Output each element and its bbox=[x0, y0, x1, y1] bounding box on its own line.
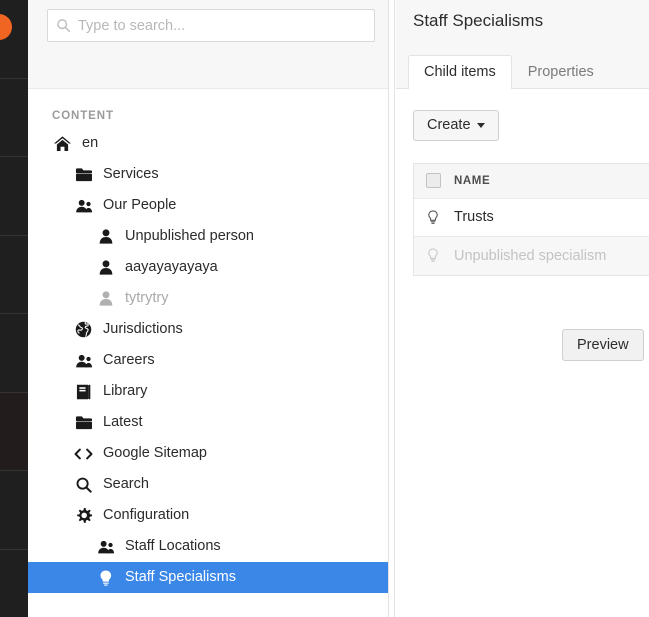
home-icon bbox=[52, 135, 73, 152]
person-icon bbox=[95, 229, 116, 244]
tree-item-google-sitemap[interactable]: Google Sitemap bbox=[28, 438, 388, 469]
tab-properties[interactable]: Properties bbox=[512, 55, 610, 90]
tree-item-label: Unpublished person bbox=[125, 228, 254, 245]
table-row[interactable]: Unpublished specialism bbox=[414, 236, 649, 275]
tree-item-latest[interactable]: Latest bbox=[28, 407, 388, 438]
tree-item-our-people[interactable]: Our People bbox=[28, 190, 388, 221]
panel-split-divider[interactable] bbox=[388, 0, 395, 617]
book-icon bbox=[73, 384, 94, 400]
tree-item-staff-specialisms[interactable]: Staff Specialisms bbox=[28, 562, 388, 593]
search-input[interactable] bbox=[78, 10, 374, 41]
select-all-checkbox[interactable] bbox=[425, 173, 441, 188]
tree-item-careers[interactable]: Careers bbox=[28, 345, 388, 376]
code-brackets-icon bbox=[73, 447, 94, 461]
create-button[interactable]: Create bbox=[413, 110, 499, 141]
tree-item-label: Careers bbox=[103, 352, 155, 369]
globe-icon bbox=[73, 321, 94, 338]
page-title: Staff Specialisms bbox=[413, 11, 544, 30]
tree-item-label: Jurisdictions bbox=[103, 321, 183, 338]
listview-header-row: NAME bbox=[414, 163, 649, 199]
tab-child-items[interactable]: Child items bbox=[408, 54, 512, 89]
rail-slot[interactable] bbox=[0, 0, 28, 79]
people-group-icon bbox=[73, 354, 94, 368]
chevron-down-icon bbox=[476, 122, 485, 128]
tree-item-label: Staff Specialisms bbox=[125, 569, 236, 586]
person-icon bbox=[95, 260, 116, 275]
tree-item-label: Our People bbox=[103, 197, 177, 214]
lightbulb-outline-icon bbox=[414, 248, 452, 263]
gear-icon bbox=[73, 507, 94, 524]
editor-tabs: Child items Properties bbox=[408, 54, 610, 90]
people-group-icon bbox=[73, 199, 94, 213]
rail-slot[interactable] bbox=[0, 157, 28, 236]
search-icon bbox=[73, 477, 94, 493]
tree-item-library[interactable]: Library bbox=[28, 376, 388, 407]
child-items-listview: NAME Trusts Unpublished specialism bbox=[413, 162, 649, 276]
editor-header: Staff Specialisms Child items Properties bbox=[396, 0, 649, 89]
table-row[interactable]: Trusts bbox=[414, 199, 649, 237]
tree-item-search[interactable]: Search bbox=[28, 469, 388, 500]
tree-item-label: en bbox=[82, 135, 99, 152]
tree-item-label: Google Sitemap bbox=[103, 445, 207, 462]
tree-item-services[interactable]: Services bbox=[28, 159, 388, 190]
folder-icon bbox=[73, 415, 94, 430]
tree-item-label: Latest bbox=[103, 414, 143, 431]
tree-section-heading: CONTENT bbox=[52, 110, 114, 122]
create-button-label: Create bbox=[427, 117, 471, 133]
tree-item-tytrytry[interactable]: tytrytry bbox=[28, 283, 388, 314]
search-icon bbox=[48, 18, 78, 33]
search-box[interactable] bbox=[47, 9, 375, 42]
column-header-name: NAME bbox=[454, 174, 491, 187]
editor-panel: Staff Specialisms Child items Properties… bbox=[396, 0, 649, 617]
content-tree-list: en Services Our People Unpublished person aa… bbox=[28, 128, 388, 593]
tree-item-label: Configuration bbox=[103, 507, 190, 524]
person-icon bbox=[95, 291, 116, 306]
tree-item-label: tytrytry bbox=[125, 290, 169, 307]
folder-icon bbox=[73, 167, 94, 182]
tree-item-staff-locations[interactable]: Staff Locations bbox=[28, 531, 388, 562]
rail-slot[interactable] bbox=[0, 79, 28, 157]
tree-item-aayayayayaya[interactable]: aayayayayaya bbox=[28, 252, 388, 283]
tree-item-label: Staff Locations bbox=[125, 538, 221, 555]
rail-slot[interactable] bbox=[0, 392, 28, 471]
tree-item-label: Search bbox=[103, 476, 149, 493]
content-tree-panel: CONTENT enServices Our People Unpublished … bbox=[28, 0, 388, 617]
row-name: Unpublished specialism bbox=[454, 247, 607, 264]
app-root: CONTENT enServices Our People Unpublished … bbox=[0, 0, 649, 617]
tree-item-unpublished-person[interactable]: Unpublished person bbox=[28, 221, 388, 252]
row-name: Trusts bbox=[454, 209, 494, 225]
tree-search-area bbox=[28, 0, 388, 89]
lightbulb-icon bbox=[95, 569, 116, 586]
notification-badge bbox=[0, 14, 12, 40]
rail-slot[interactable] bbox=[0, 236, 28, 314]
rail-slot[interactable] bbox=[0, 314, 28, 393]
application-rail bbox=[0, 0, 28, 617]
tree-item-label: aayayayayaya bbox=[125, 259, 218, 276]
tree-item-en[interactable]: en bbox=[28, 128, 388, 159]
people-group-icon bbox=[95, 540, 116, 554]
editor-body: Create NAME Trusts Unpublished specialism… bbox=[396, 89, 649, 617]
tree-item-jurisdictions[interactable]: Jurisdictions bbox=[28, 314, 388, 345]
lightbulb-outline-icon bbox=[414, 209, 452, 225]
rail-slot[interactable] bbox=[0, 550, 28, 617]
tree-item-label: Services bbox=[103, 166, 159, 183]
preview-button[interactable]: Preview bbox=[562, 329, 644, 361]
listview-rows: Trusts Unpublished specialism bbox=[414, 199, 649, 275]
select-all-cell bbox=[414, 173, 452, 188]
rail-slot[interactable] bbox=[0, 471, 28, 550]
tree-item-label: Library bbox=[103, 383, 148, 400]
tree-item-configuration[interactable]: Configuration bbox=[28, 500, 388, 531]
preview-button-area: Preview bbox=[562, 329, 644, 361]
